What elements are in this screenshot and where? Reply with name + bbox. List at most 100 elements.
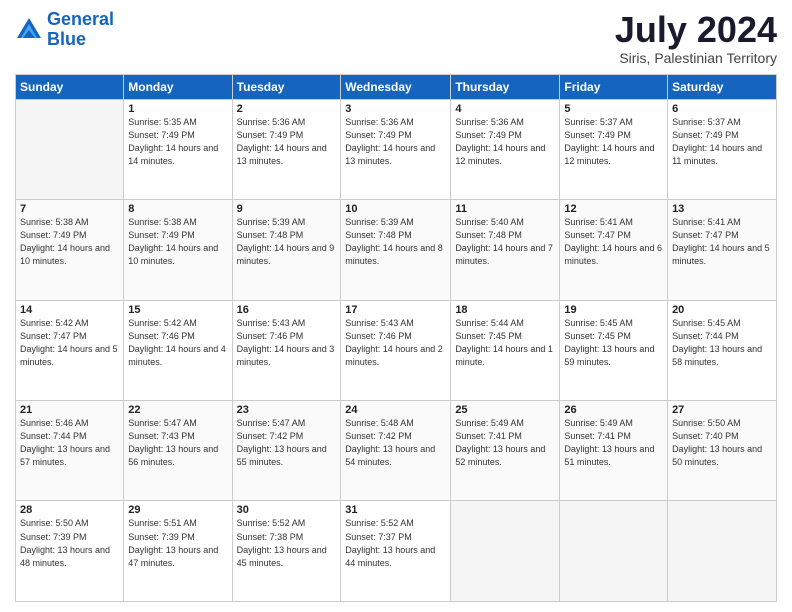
calendar-cell: 7Sunrise: 5:38 AMSunset: 7:49 PMDaylight…	[16, 200, 124, 300]
day-info: Sunrise: 5:41 AMSunset: 7:47 PMDaylight:…	[672, 216, 772, 268]
calendar-col-header: Thursday	[451, 74, 560, 99]
day-info: Sunrise: 5:49 AMSunset: 7:41 PMDaylight:…	[455, 417, 555, 469]
calendar-cell: 23Sunrise: 5:47 AMSunset: 7:42 PMDayligh…	[232, 401, 341, 501]
day-number: 1	[128, 103, 227, 115]
calendar-cell: 31Sunrise: 5:52 AMSunset: 7:37 PMDayligh…	[341, 501, 451, 602]
calendar-cell: 27Sunrise: 5:50 AMSunset: 7:40 PMDayligh…	[668, 401, 777, 501]
location: Siris, Palestinian Territory	[615, 50, 777, 66]
day-number: 5	[564, 103, 663, 115]
day-info: Sunrise: 5:37 AMSunset: 7:49 PMDaylight:…	[672, 116, 772, 168]
calendar-cell: 15Sunrise: 5:42 AMSunset: 7:46 PMDayligh…	[124, 300, 232, 400]
day-info: Sunrise: 5:47 AMSunset: 7:43 PMDaylight:…	[128, 417, 227, 469]
calendar-cell: 20Sunrise: 5:45 AMSunset: 7:44 PMDayligh…	[668, 300, 777, 400]
logo-icon	[15, 16, 43, 44]
logo-text: General Blue	[47, 10, 114, 50]
day-info: Sunrise: 5:43 AMSunset: 7:46 PMDaylight:…	[237, 317, 337, 369]
day-info: Sunrise: 5:45 AMSunset: 7:44 PMDaylight:…	[672, 317, 772, 369]
calendar-col-header: Tuesday	[232, 74, 341, 99]
calendar-cell	[560, 501, 668, 602]
day-info: Sunrise: 5:44 AMSunset: 7:45 PMDaylight:…	[455, 317, 555, 369]
week-row: 7 Sunrise: 5:38 AMSunset: 7:49 PMDaylight…	[16, 200, 777, 300]
calendar-cell	[16, 99, 124, 199]
week-row: 1Sunrise: 5:35 AMSunset: 7:49 PMDaylight…	[16, 99, 777, 199]
day-number: 15	[128, 304, 227, 316]
calendar-cell: 12Sunrise: 5:41 AMSunset: 7:47 PMDayligh…	[560, 200, 668, 300]
day-number: 14	[20, 304, 119, 316]
day-number: 12	[564, 203, 663, 215]
calendar-cell: 30Sunrise: 5:52 AMSunset: 7:38 PMDayligh…	[232, 501, 341, 602]
day-info: Sunrise: 5:37 AMSunset: 7:49 PMDaylight:…	[564, 116, 663, 168]
calendar-cell: 26Sunrise: 5:49 AMSunset: 7:41 PMDayligh…	[560, 401, 668, 501]
week-row: 14Sunrise: 5:42 AMSunset: 7:47 PMDayligh…	[16, 300, 777, 400]
day-info: Sunrise: 5:43 AMSunset: 7:46 PMDaylight:…	[345, 317, 446, 369]
day-number: 23	[237, 404, 337, 416]
day-info: Sunrise: 5:49 AMSunset: 7:41 PMDaylight:…	[564, 417, 663, 469]
day-info: Sunrise: 5:41 AMSunset: 7:47 PMDaylight:…	[564, 216, 663, 268]
calendar-col-header: Monday	[124, 74, 232, 99]
calendar-cell	[451, 501, 560, 602]
month-title: July 2024	[615, 10, 777, 50]
day-info: Sunrise: 5:40 AMSunset: 7:48 PMDaylight:…	[455, 216, 555, 268]
calendar-cell: 6Sunrise: 5:37 AMSunset: 7:49 PMDaylight…	[668, 99, 777, 199]
day-info: Sunrise: 5:36 AMSunset: 7:49 PMDaylight:…	[345, 116, 446, 168]
day-info: Sunrise: 5:45 AMSunset: 7:45 PMDaylight:…	[564, 317, 663, 369]
day-number: 18	[455, 304, 555, 316]
title-block: July 2024 Siris, Palestinian Territory	[615, 10, 777, 66]
day-number: 3	[345, 103, 446, 115]
day-number: 8	[128, 203, 227, 215]
calendar-cell: 17Sunrise: 5:43 AMSunset: 7:46 PMDayligh…	[341, 300, 451, 400]
calendar-col-header: Friday	[560, 74, 668, 99]
calendar-cell: 21Sunrise: 5:46 AMSunset: 7:44 PMDayligh…	[16, 401, 124, 501]
day-info: Sunrise: 5:50 AMSunset: 7:40 PMDaylight:…	[672, 417, 772, 469]
calendar-cell: 22Sunrise: 5:47 AMSunset: 7:43 PMDayligh…	[124, 401, 232, 501]
calendar-cell: 3Sunrise: 5:36 AMSunset: 7:49 PMDaylight…	[341, 99, 451, 199]
calendar-cell: 8Sunrise: 5:38 AMSunset: 7:49 PMDaylight…	[124, 200, 232, 300]
day-number: 13	[672, 203, 772, 215]
day-info: Sunrise: 5:50 AMSunset: 7:39 PMDaylight:…	[20, 517, 119, 569]
day-number: 30	[237, 504, 337, 516]
calendar-cell: 16Sunrise: 5:43 AMSunset: 7:46 PMDayligh…	[232, 300, 341, 400]
day-info: Sunrise: 5:39 AMSunset: 7:48 PMDaylight:…	[237, 216, 337, 268]
day-info: Sunrise: 5:46 AMSunset: 7:44 PMDaylight:…	[20, 417, 119, 469]
calendar-cell: 29Sunrise: 5:51 AMSunset: 7:39 PMDayligh…	[124, 501, 232, 602]
day-info: Sunrise: 5:38 AMSunset: 7:49 PMDaylight:…	[128, 216, 227, 268]
day-number: 9	[237, 203, 337, 215]
day-info: Sunrise: 5:52 AMSunset: 7:38 PMDaylight:…	[237, 517, 337, 569]
day-number: 19	[564, 304, 663, 316]
logo: General Blue	[15, 10, 114, 50]
calendar-cell: 13Sunrise: 5:41 AMSunset: 7:47 PMDayligh…	[668, 200, 777, 300]
day-info: Sunrise: 5:47 AMSunset: 7:42 PMDaylight:…	[237, 417, 337, 469]
day-number: 21	[20, 404, 119, 416]
calendar-cell: 19Sunrise: 5:45 AMSunset: 7:45 PMDayligh…	[560, 300, 668, 400]
day-number: 10	[345, 203, 446, 215]
page: General Blue July 2024 Siris, Palestinia…	[0, 0, 792, 612]
calendar-cell: 14Sunrise: 5:42 AMSunset: 7:47 PMDayligh…	[16, 300, 124, 400]
calendar-cell: 2Sunrise: 5:36 AMSunset: 7:49 PMDaylight…	[232, 99, 341, 199]
day-number: 20	[672, 304, 772, 316]
calendar-cell: 10Sunrise: 5:39 AMSunset: 7:48 PMDayligh…	[341, 200, 451, 300]
day-info: Sunrise: 5:36 AMSunset: 7:49 PMDaylight:…	[237, 116, 337, 168]
day-info: Sunrise: 5:42 AMSunset: 7:47 PMDaylight:…	[20, 317, 119, 369]
day-number: 26	[564, 404, 663, 416]
day-number: 7	[20, 203, 119, 215]
day-info: Sunrise: 5:36 AMSunset: 7:49 PMDaylight:…	[455, 116, 555, 168]
header: General Blue July 2024 Siris, Palestinia…	[15, 10, 777, 66]
week-row: 28Sunrise: 5:50 AMSunset: 7:39 PMDayligh…	[16, 501, 777, 602]
day-info: Sunrise: 5:39 AMSunset: 7:48 PMDaylight:…	[345, 216, 446, 268]
day-number: 17	[345, 304, 446, 316]
day-number: 6	[672, 103, 772, 115]
calendar-col-header: Saturday	[668, 74, 777, 99]
calendar-header-row: SundayMondayTuesdayWednesdayThursdayFrid…	[16, 74, 777, 99]
calendar-cell: 11Sunrise: 5:40 AMSunset: 7:48 PMDayligh…	[451, 200, 560, 300]
calendar-col-header: Wednesday	[341, 74, 451, 99]
day-number: 2	[237, 103, 337, 115]
calendar: SundayMondayTuesdayWednesdayThursdayFrid…	[15, 74, 777, 602]
day-number: 25	[455, 404, 555, 416]
day-info: Sunrise: 5:42 AMSunset: 7:46 PMDaylight:…	[128, 317, 227, 369]
calendar-cell: 25Sunrise: 5:49 AMSunset: 7:41 PMDayligh…	[451, 401, 560, 501]
day-number: 28	[20, 504, 119, 516]
day-info: Sunrise: 5:48 AMSunset: 7:42 PMDaylight:…	[345, 417, 446, 469]
calendar-cell: 5Sunrise: 5:37 AMSunset: 7:49 PMDaylight…	[560, 99, 668, 199]
calendar-cell: 4Sunrise: 5:36 AMSunset: 7:49 PMDaylight…	[451, 99, 560, 199]
week-row: 21Sunrise: 5:46 AMSunset: 7:44 PMDayligh…	[16, 401, 777, 501]
